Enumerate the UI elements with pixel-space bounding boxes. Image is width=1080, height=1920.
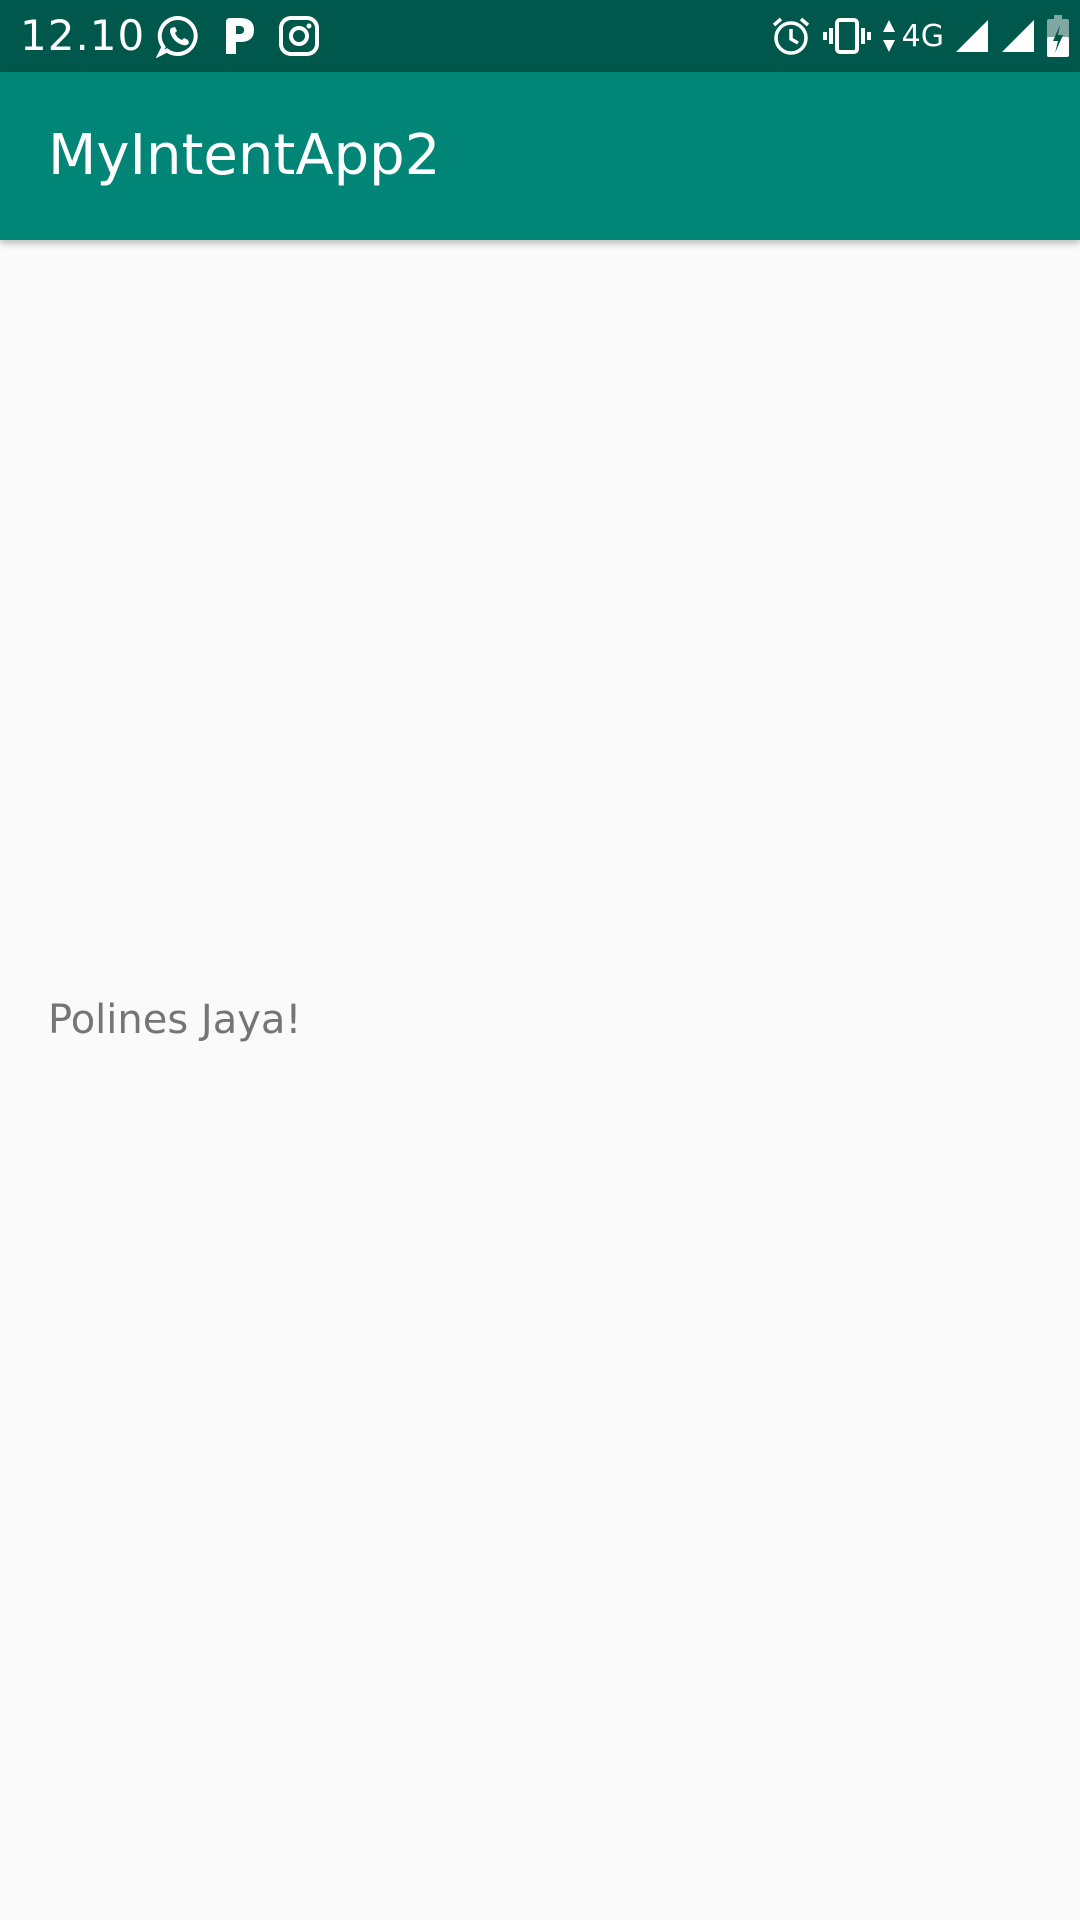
system-icons: 4G	[770, 12, 1070, 60]
network-type-label: 4G	[901, 18, 944, 54]
signal-icon	[1000, 18, 1036, 54]
notification-icons	[156, 12, 320, 60]
whatsapp-icon	[156, 14, 200, 58]
instagram-icon	[278, 15, 320, 57]
vibrate-icon	[822, 16, 872, 56]
status-time: 12.10	[20, 11, 146, 60]
alarm-icon	[770, 15, 812, 57]
app-bar: MyIntentApp2	[0, 72, 1080, 240]
battery-charging-icon	[1046, 15, 1070, 57]
signal-icon	[954, 18, 990, 54]
app-title: MyIntentApp2	[48, 123, 441, 188]
parking-icon	[222, 16, 256, 56]
data-arrows-icon	[882, 18, 896, 54]
main-content: Polines Jaya!	[0, 240, 1080, 1920]
main-text: Polines Jaya!	[48, 997, 302, 1043]
status-bar: 12.10 4G	[0, 0, 1080, 72]
